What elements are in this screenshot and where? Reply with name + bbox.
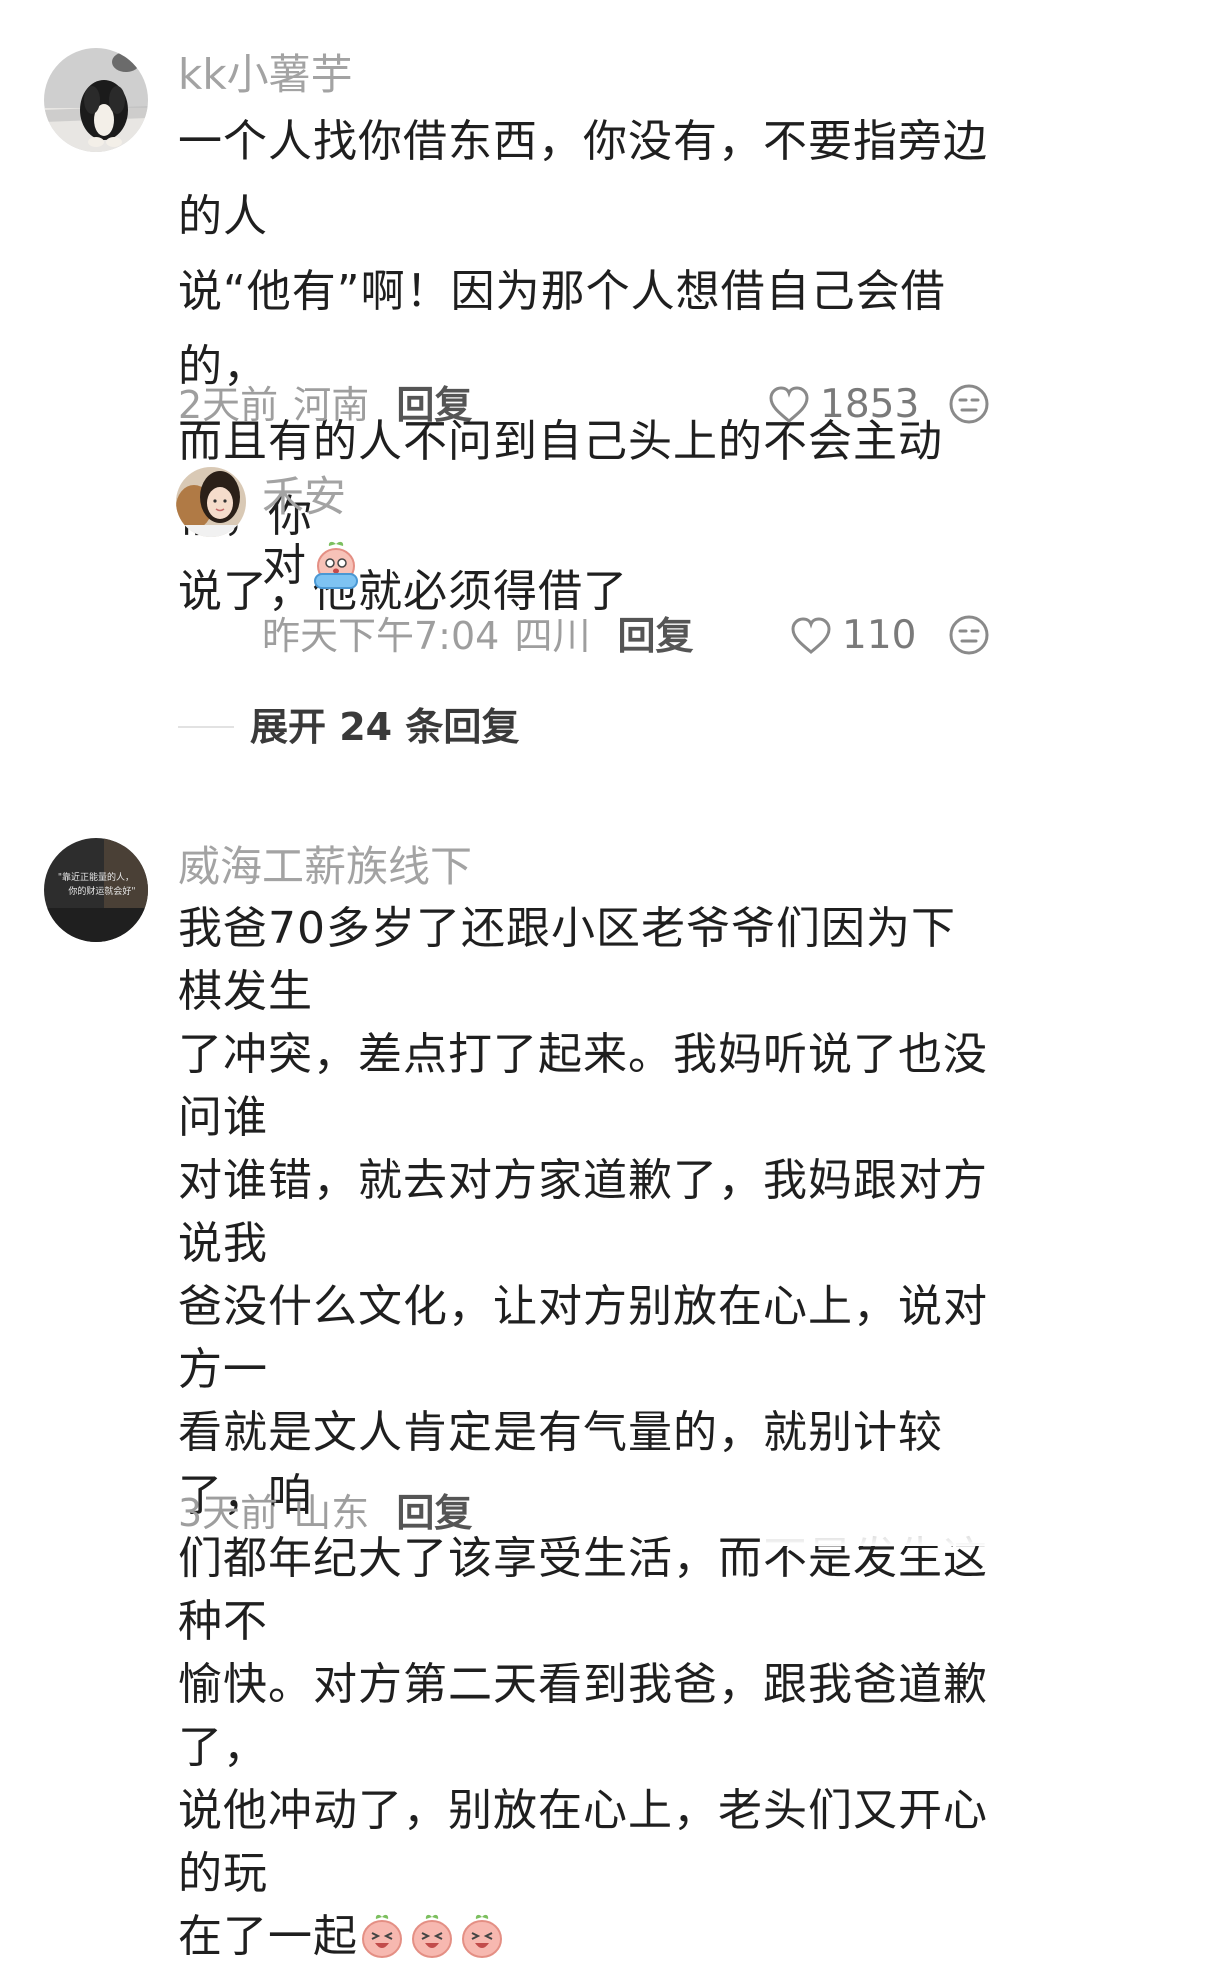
dog-photo-avatar-icon xyxy=(44,48,148,152)
girl-photo-avatar-icon xyxy=(176,467,246,537)
comment-location: 山东 xyxy=(293,1491,370,1535)
comment-username[interactable]: kk小薯芋 xyxy=(178,50,353,100)
reply-button[interactable]: 回复 xyxy=(396,1491,472,1535)
avatar-weihai[interactable]: "靠近正能量的人， 你的财运就会好" xyxy=(44,838,148,942)
comment-line: 在了一起 xyxy=(178,1911,358,1962)
comment-line: 愉快。对方第二天看到我爸，跟我爸道歉了， xyxy=(178,1659,988,1773)
avatar-quote-line2: 你的财运就会好" xyxy=(68,885,135,897)
quote-image-avatar-icon: "靠近正能量的人， 你的财运就会好" xyxy=(44,838,148,942)
heart-icon xyxy=(791,617,831,654)
dislike-button[interactable] xyxy=(948,383,990,429)
comment-meta: 3天前 山东 回复 xyxy=(178,1490,472,1536)
comment-body: 我爸70多岁了还跟小区老爷爷们因为下棋发生 了冲突，差点打了起来。我妈听说了也没… xyxy=(178,897,998,1968)
reply-text: 对 xyxy=(262,540,307,591)
comment-line: 我爸70多岁了还跟小区老爷爷们因为下棋发生 xyxy=(178,903,956,1017)
reply-button[interactable]: 回复 xyxy=(396,383,472,427)
reply-body: 对 xyxy=(262,528,361,603)
reply-username[interactable]: 禾安 xyxy=(262,472,346,522)
avatar-quote-line1: "靠近正能量的人， xyxy=(58,871,134,883)
meh-face-icon xyxy=(949,384,989,424)
laughing-peach-emoji-icon xyxy=(362,1914,502,1958)
reply-location: 四川 xyxy=(514,614,591,658)
comment-line: 了冲突，差点打了起来。我妈听说了也没问谁 xyxy=(178,1029,988,1143)
reply-time: 昨天下午7:04 xyxy=(262,614,500,658)
comment-line: 说他冲动了，别放在心上，老头们又开心的玩 xyxy=(178,1785,988,1899)
reply-button[interactable]: 回复 xyxy=(618,614,694,658)
comment-line: 一个人找你借东西，你没有，不要指旁边的人 xyxy=(178,116,988,242)
comment-line: 对谁错，就去对方家道歉了，我妈跟对方说我 xyxy=(178,1155,988,1269)
comment-last-line: 在了一起 xyxy=(178,1905,998,1968)
crying-peach-emoji-icon xyxy=(314,541,358,589)
like-button[interactable]: 1853 xyxy=(768,382,919,428)
comment-username[interactable]: 威海工薪族线下 xyxy=(178,842,472,892)
comment-time: 3天前 xyxy=(178,1491,279,1535)
bottom-fade xyxy=(760,1476,1000,1546)
reply-dislike-button[interactable] xyxy=(948,614,990,660)
meh-face-icon xyxy=(949,615,989,655)
comment-line: 爸没什么文化，让对方别放在心上，说对方一 xyxy=(178,1281,988,1395)
expand-divider xyxy=(178,726,234,728)
reply-like-count: 110 xyxy=(842,613,917,658)
expand-replies-button[interactable]: 展开 24 条回复 xyxy=(250,704,519,750)
avatar-hean[interactable] xyxy=(176,467,246,537)
like-count: 1853 xyxy=(820,382,920,427)
avatar-kk[interactable] xyxy=(44,48,148,152)
reply-meta: 昨天下午7:04 四川 回复 xyxy=(262,613,694,659)
comment-location: 河南 xyxy=(293,383,370,427)
comment-meta: 2天前 河南 回复 xyxy=(178,382,472,428)
reply-like-button[interactable]: 110 xyxy=(790,613,916,659)
comment-time: 2天前 xyxy=(178,383,279,427)
heart-icon xyxy=(769,386,809,423)
